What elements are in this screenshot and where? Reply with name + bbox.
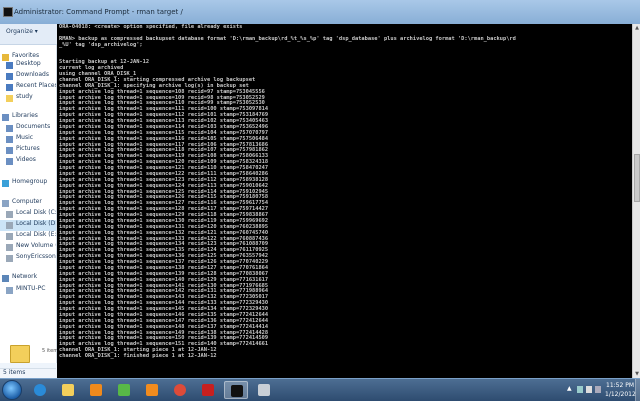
tray-expand-icon[interactable]: ▲ — [567, 385, 572, 392]
scroll-up-arrow-icon[interactable]: ▲ — [633, 24, 640, 32]
folder-icon — [62, 384, 74, 396]
taskbar-utorrent-button[interactable] — [112, 381, 136, 399]
system-tray: ▲ 11:52 PM 1/12/2012 — [565, 379, 640, 401]
console-line: channel ORA_DISK_1: finished piece 1 at … — [59, 353, 217, 359]
taskbar-explorer-button[interactable] — [56, 381, 80, 399]
window-titlebar[interactable]: Administrator: Command Prompt - rman tar… — [0, 0, 640, 24]
network-icon[interactable] — [586, 386, 592, 393]
taskbar-vlc-button[interactable] — [140, 381, 164, 399]
command-prompt-icon — [231, 385, 243, 397]
scroll-thumb[interactable] — [634, 154, 640, 202]
console-output[interactable]: ORA-04018: <create> option specified, fi… — [57, 24, 632, 378]
clock-date[interactable]: 1/12/2012 — [605, 391, 636, 398]
clock-time[interactable]: 11:52 PM — [606, 382, 634, 389]
taskbar-media-player-button[interactable] — [84, 381, 108, 399]
console-text: ORA-04018: <create> option specified, fi… — [57, 24, 632, 360]
console-scrollbar[interactable]: ▲ ▼ — [632, 24, 640, 378]
window-title: Administrator: Command Prompt - rman tar… — [14, 8, 183, 16]
red-toolbox-icon — [202, 384, 214, 396]
internet-explorer-icon — [34, 384, 46, 396]
show-desktop-button[interactable] — [635, 379, 640, 401]
taskbar-ie-button[interactable] — [28, 381, 52, 399]
vlc-icon — [146, 384, 158, 396]
command-prompt-icon[interactable] — [3, 7, 13, 17]
utorrent-icon — [118, 384, 130, 396]
volume-icon[interactable] — [595, 386, 601, 393]
oracle-icon — [258, 384, 270, 396]
scroll-down-arrow-icon[interactable]: ▼ — [633, 370, 640, 378]
taskbar: ▲ 11:52 PM 1/12/2012 — [0, 378, 640, 401]
media-player-icon — [90, 384, 102, 396]
chrome-icon — [174, 384, 186, 396]
action-center-icon[interactable] — [577, 386, 583, 393]
taskbar-oracle-button[interactable] — [252, 381, 276, 399]
command-prompt-window[interactable]: Administrator: Command Prompt - rman tar… — [0, 0, 640, 378]
taskbar-chrome-button[interactable] — [168, 381, 192, 399]
taskbar-cmd-button[interactable] — [224, 381, 248, 399]
start-button[interactable] — [2, 380, 22, 400]
taskbar-red-app-button[interactable] — [196, 381, 220, 399]
